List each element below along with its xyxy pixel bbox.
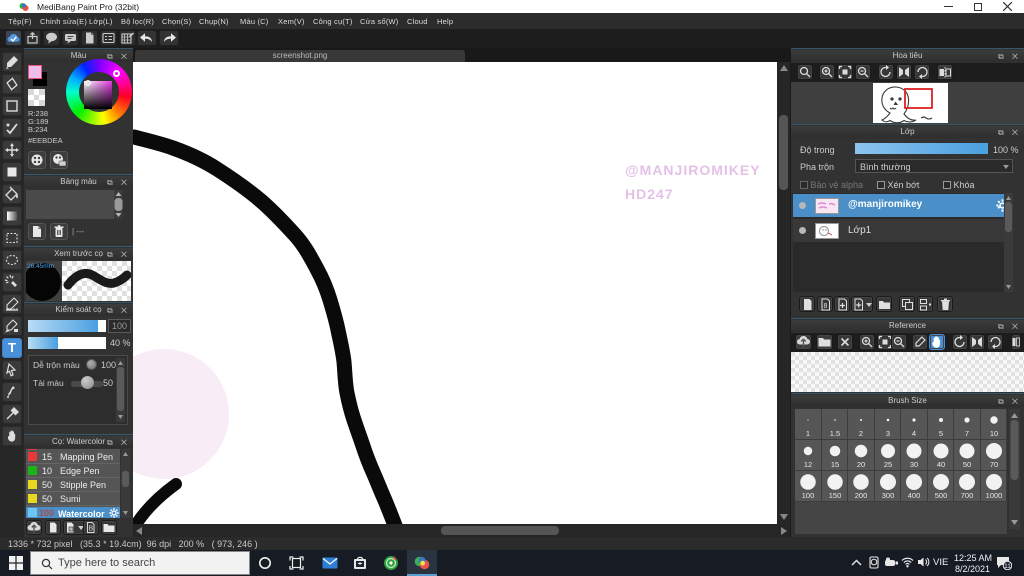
svg-text:12: 12 [804,460,812,469]
svg-text:8: 8 [824,303,828,310]
svg-text:25: 25 [883,460,891,469]
svg-text:5: 5 [938,429,942,438]
svg-text:200: 200 [855,491,868,500]
svg-text:300: 300 [881,491,894,500]
svg-text:1.5: 1.5 [829,429,839,438]
svg-text:10: 10 [989,429,997,438]
svg-text:2: 2 [859,429,863,438]
svg-text:B: B [89,526,94,533]
svg-text:700: 700 [961,491,974,500]
svg-text:150: 150 [828,491,841,500]
svg-text:4: 4 [912,429,916,438]
svg-text:15: 15 [830,460,838,469]
svg-text:7: 7 [965,429,969,438]
svg-text:500: 500 [934,491,947,500]
svg-text:1: 1 [806,429,810,438]
svg-text:400: 400 [908,491,921,500]
svg-text:40: 40 [936,460,944,469]
svg-text:50: 50 [963,460,971,469]
svg-text:70: 70 [989,460,997,469]
svg-text:11: 11 [1004,563,1011,570]
svg-text:100: 100 [802,491,815,500]
svg-text:30: 30 [910,460,918,469]
svg-text:20: 20 [857,460,865,469]
svg-text:3: 3 [885,429,889,438]
svg-text:1000: 1000 [985,491,1002,500]
